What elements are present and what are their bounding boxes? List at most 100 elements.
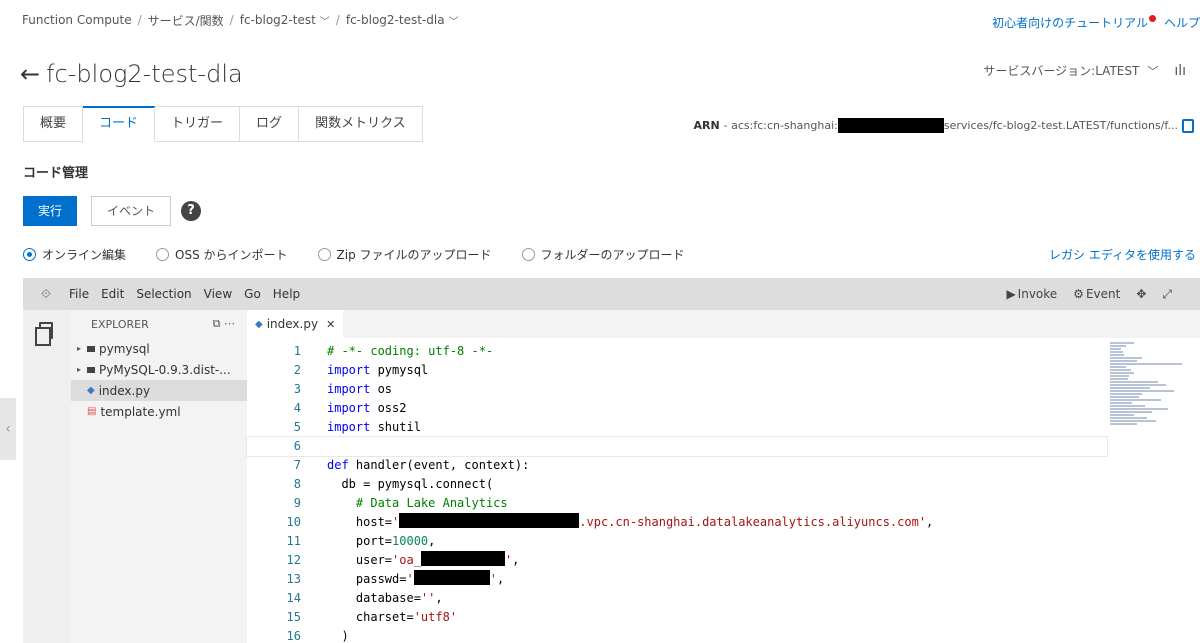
minimap-line (1110, 408, 1168, 410)
code-text: # -*- coding: utf-8 -*- (327, 344, 494, 358)
breadcrumb-services[interactable]: サービス/関数 (148, 12, 224, 29)
line-number: 7 (293, 458, 301, 472)
minimap-line (1110, 420, 1157, 422)
line-number: 15 (286, 610, 301, 624)
run-button[interactable]: 実行 (23, 196, 77, 226)
code-text: ' (392, 515, 400, 529)
tree-file-index-py[interactable]: ◆ index.py (71, 380, 247, 401)
code-management-title: コード管理 (23, 166, 89, 181)
code-line-current: 6 (246, 436, 1108, 457)
code-line: 2 import pymysql (247, 361, 1107, 380)
minimap-line (1110, 354, 1125, 356)
minimap-line (1110, 384, 1166, 386)
copy-icon[interactable] (1182, 118, 1194, 133)
version-selector[interactable]: サービスバージョン:LATEST ﹀ ılı (983, 62, 1186, 79)
line-number: 6 (293, 439, 301, 453)
notification-dot (1148, 15, 1156, 22)
event-config-button[interactable]: ⚙ Event (1073, 287, 1120, 301)
radio-zip-upload[interactable]: Zip ファイルのアップロード (317, 246, 492, 263)
chevron-right-icon: ▸ (77, 344, 82, 353)
minimap-line (1110, 372, 1134, 374)
tree-file-template-yml[interactable]: ▤ template.yml (71, 401, 247, 422)
code-line: 15 charset='utf8' (247, 608, 1107, 627)
code-text: , (496, 572, 505, 586)
minimap-line (1110, 405, 1146, 407)
menu-view[interactable]: View (204, 287, 232, 301)
menu-selection[interactable]: Selection (136, 287, 191, 301)
chevron-right-icon: ▸ (77, 365, 82, 374)
radio-folder-upload[interactable]: フォルダーのアップロード (521, 246, 685, 263)
minimap-line (1110, 396, 1139, 398)
legacy-editor-link[interactable]: レガシ エディタを使用する (1049, 246, 1196, 263)
minimap-line (1110, 360, 1138, 362)
code-text: handler(event, context): (348, 458, 530, 472)
breadcrumb-function-compute[interactable]: Function Compute (22, 13, 132, 27)
radio-icon[interactable] (317, 248, 331, 261)
event-button[interactable]: イベント (91, 196, 171, 226)
breadcrumb: Function Compute / サービス/関数 / fc-blog2-te… (22, 11, 459, 29)
close-icon[interactable]: ✕ (326, 318, 335, 331)
help-icon[interactable]: ? (181, 201, 201, 221)
back-arrow-icon[interactable]: ← (20, 62, 40, 86)
arn-display: ARN - acs:fc:cn-shanghai: services/fc-bl… (693, 118, 1194, 133)
code-line: 11 port= 10000, (247, 532, 1107, 551)
arn-prefix: - acs:fc:cn-shanghai: (723, 119, 838, 132)
chevron-down-icon[interactable]: ﹀ (1147, 63, 1158, 79)
minimap-line (1110, 357, 1142, 359)
code-line: 4 import oss2 (247, 399, 1107, 418)
breadcrumb-service[interactable]: fc-blog2-test (240, 13, 316, 27)
explorer-header: EXPLORER ⧉ ⋯ (71, 310, 247, 338)
code-text: '' (420, 591, 436, 605)
menu-help[interactable]: Help (273, 287, 300, 301)
files-icon[interactable] (35, 322, 53, 346)
code-text: # Data Lake Analytics (327, 496, 508, 510)
header-links: 初心者向けのチュートリアル ヘルプ (992, 14, 1200, 31)
code-area[interactable]: 1 # -*- coding: utf-8 -*- 2 import pymysql… (246, 342, 1108, 643)
python-file-icon: ◆ (255, 318, 263, 330)
minimap-line (1110, 417, 1147, 419)
folder-icon (87, 366, 95, 373)
collapse-all-icon[interactable]: ⧉ (213, 317, 221, 330)
radio-label: OSS からインポート (175, 248, 288, 262)
play-icon: ▶ (1006, 287, 1016, 301)
line-number: 2 (293, 363, 301, 377)
minimap-line (1110, 414, 1134, 416)
radio-icon[interactable] (521, 248, 535, 261)
breadcrumb-function[interactable]: fc-blog2-test-dla (346, 13, 445, 27)
minimap[interactable] (1110, 342, 1190, 502)
tree-folder-pymysql-dist[interactable]: ▸ PyMySQL-0.9.3.dist-... (71, 359, 247, 380)
tree-label: PyMySQL-0.9.3.dist-... (99, 362, 231, 377)
radio-label: フォルダーのアップロード (540, 248, 685, 262)
chart-icon[interactable]: ılı (1174, 63, 1186, 79)
python-file-icon: ◆ (87, 385, 95, 396)
radio-checked-icon[interactable] (23, 248, 36, 261)
tab-overview[interactable]: 概要 (23, 106, 84, 142)
code-text: import (327, 363, 371, 377)
tab-triggers[interactable]: トリガー (155, 106, 241, 142)
chevron-down-icon[interactable]: ﹀ (449, 13, 459, 28)
move-icon[interactable]: ✥ (1136, 287, 1146, 301)
collapse-handle[interactable]: ‹ (0, 398, 16, 460)
menu-file[interactable]: File (69, 287, 89, 301)
tab-logs[interactable]: ログ (240, 106, 300, 142)
more-icon[interactable]: ⋯ (224, 317, 235, 330)
invoke-button[interactable]: ▶ Invoke (1006, 287, 1057, 301)
tab-code[interactable]: コード (83, 106, 156, 142)
editor-tab-index-py[interactable]: ◆ index.py ✕ (247, 310, 344, 338)
help-link[interactable]: ヘルプ (1164, 14, 1200, 31)
radio-online-edit[interactable]: オンライン編集 (23, 246, 126, 263)
arn-suffix: services/fc-blog2-test.LATEST/functions/… (943, 119, 1178, 132)
radio-icon[interactable] (156, 248, 170, 261)
tree-folder-pymysql[interactable]: ▸ pymysql (71, 338, 247, 359)
redacted-host (399, 513, 580, 528)
code-text: pymysql (370, 363, 429, 377)
fullscreen-icon[interactable]: ⤢ (1162, 287, 1172, 302)
code-text: oss2 (370, 401, 407, 415)
code-text: ) (327, 629, 349, 643)
tutorial-link[interactable]: 初心者向けのチュートリアル (992, 14, 1148, 31)
menu-edit[interactable]: Edit (101, 287, 124, 301)
menu-go[interactable]: Go (244, 287, 261, 301)
chevron-down-icon[interactable]: ﹀ (320, 13, 330, 28)
radio-oss-import[interactable]: OSS からインポート (156, 246, 288, 263)
tab-metrics[interactable]: 関数メトリクス (299, 106, 423, 142)
